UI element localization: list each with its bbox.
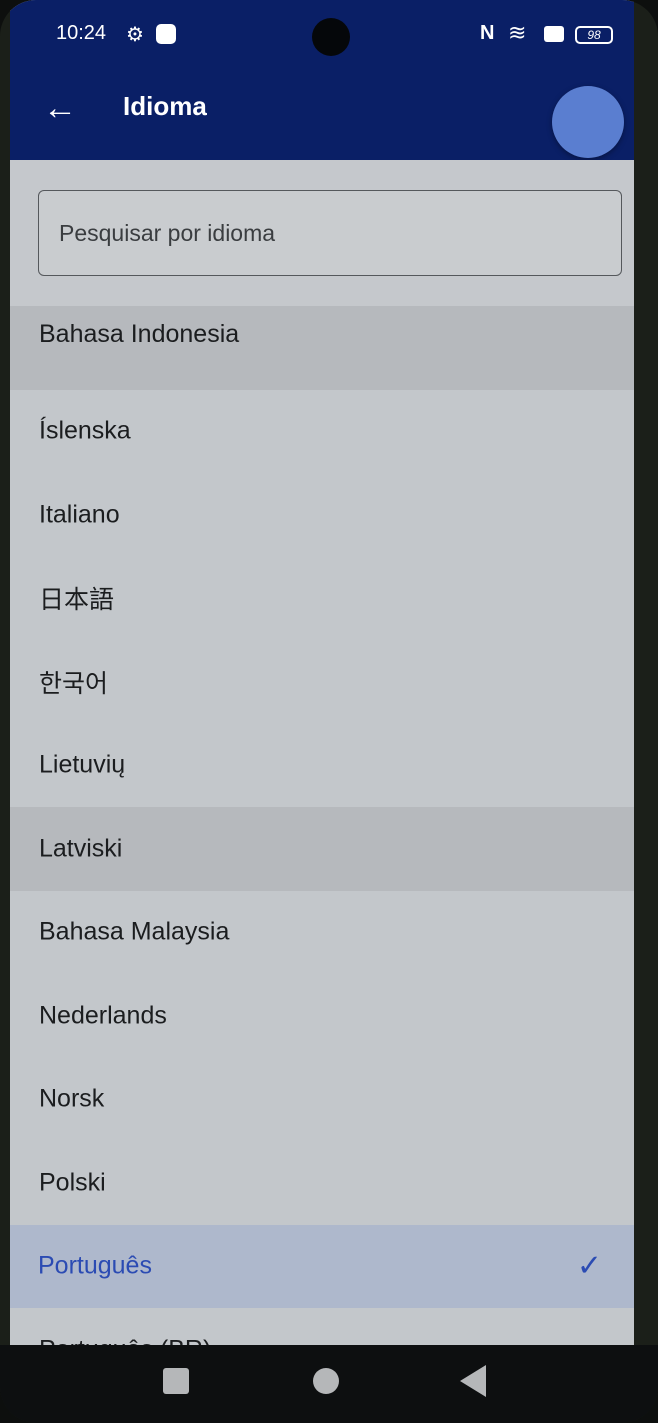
- language-label: Italiano: [39, 500, 120, 529]
- battery-icon: 98: [575, 26, 613, 44]
- gear-icon: ⚙: [126, 24, 144, 46]
- search-input[interactable]: [38, 190, 622, 276]
- back-icon[interactable]: [460, 1365, 486, 1397]
- page-title: Idioma: [123, 91, 207, 121]
- floating-action-button[interactable]: [552, 86, 624, 158]
- language-item-norsk[interactable]: Norsk: [10, 1058, 634, 1142]
- language-label: Íslenska: [39, 416, 131, 445]
- language-label: Bahasa Malaysia: [39, 917, 230, 946]
- app-bar: 10:24 ⚙ N ≋ 98 ← Idioma: [10, 0, 634, 160]
- check-icon: ✓: [576, 1249, 602, 1283]
- search-container: [10, 160, 634, 306]
- language-label: Português: [38, 1251, 152, 1280]
- language-item-lietuviu[interactable]: Lietuvių: [10, 724, 634, 808]
- language-label: Bahasa Indonesia: [39, 320, 240, 348]
- language-label: 日本語: [39, 586, 115, 615]
- language-item-bahasa-malaysia[interactable]: Bahasa Malaysia: [10, 891, 634, 975]
- language-list: Bahasa Indonesia Íslenska Italiano 日本語 한…: [10, 306, 634, 1345]
- language-item-polski[interactable]: Polski: [10, 1141, 634, 1225]
- language-item-portugues[interactable]: Português ✓: [10, 1224, 634, 1308]
- language-item-nederlands[interactable]: Nederlands: [10, 974, 634, 1058]
- language-item-latviski[interactable]: Latviski: [10, 807, 634, 891]
- language-label: Português (BR): [39, 1335, 211, 1345]
- language-item-portugues-br[interactable]: Português (BR): [10, 1308, 634, 1345]
- language-label: Lietuvių: [39, 750, 126, 779]
- message-icon: [156, 24, 176, 44]
- recent-apps-icon[interactable]: [163, 1368, 189, 1394]
- wifi-icon: ≋: [508, 20, 527, 45]
- language-label: Nederlands: [39, 1001, 167, 1030]
- language-label: Polski: [39, 1168, 106, 1197]
- language-label: Norsk: [39, 1084, 105, 1113]
- status-bar: 10:24 ⚙ N ≋ 98: [10, 0, 634, 70]
- nfc-icon: N: [480, 22, 495, 44]
- language-label: Latviski: [39, 834, 123, 863]
- language-item-japanese[interactable]: 日本語: [10, 557, 634, 641]
- notification-icon: [544, 26, 564, 42]
- phone-frame: 10:24 ⚙ N ≋ 98 ← Idioma Bahasa Indonesia…: [0, 0, 658, 1423]
- arrow-left-icon[interactable]: ←: [40, 88, 80, 128]
- language-item-italiano[interactable]: Italiano: [10, 473, 634, 557]
- language-item-bahasa-indonesia[interactable]: Bahasa Indonesia: [10, 306, 634, 390]
- language-item-korean[interactable]: 한국어: [10, 640, 634, 724]
- language-label: 한국어: [39, 669, 109, 698]
- screen: 10:24 ⚙ N ≋ 98 ← Idioma Bahasa Indonesia…: [10, 0, 634, 1345]
- front-camera: [312, 18, 350, 56]
- language-item-islenska[interactable]: Íslenska: [10, 390, 634, 474]
- status-time: 10:24: [56, 22, 107, 44]
- home-icon[interactable]: [313, 1368, 339, 1394]
